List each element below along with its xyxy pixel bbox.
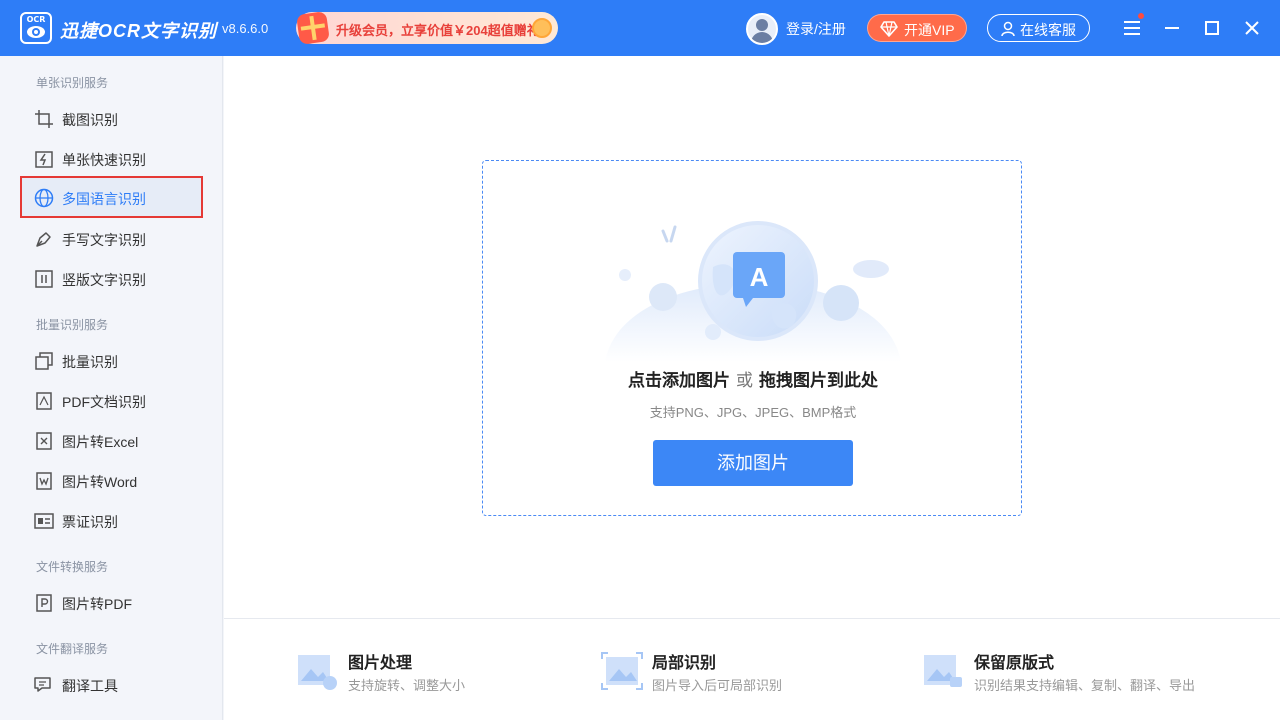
- vip-button[interactable]: 开通VIP: [867, 14, 967, 42]
- app-version: v8.6.6.0: [222, 21, 269, 36]
- p-file-icon: [36, 594, 52, 612]
- keep-layout-icon: [924, 655, 962, 687]
- sidebar-item-screenshot-ocr[interactable]: 截图识别: [20, 97, 203, 139]
- sidebar-item-label: 批量识别: [62, 354, 118, 370]
- excel-icon: [36, 432, 52, 450]
- illustration-letter: A: [750, 262, 769, 292]
- add-image-button[interactable]: 添加图片: [653, 440, 853, 486]
- section-title-batch: 批量识别服务: [36, 318, 109, 332]
- coin-icon: [532, 18, 552, 38]
- section-title-single: 单张识别服务: [36, 76, 109, 90]
- feature-title: 保留原版式: [974, 655, 1055, 672]
- sidebar-item-label: 图片转PDF: [62, 596, 132, 612]
- sidebar-item-label: 翻译工具: [62, 678, 118, 694]
- sidebar-item-label: 截图识别: [62, 112, 118, 128]
- sidebar-item-image-to-excel[interactable]: 图片转Excel: [20, 419, 203, 461]
- service-label: 在线客服: [1020, 22, 1076, 38]
- sidebar-item-batch-ocr[interactable]: 批量识别: [20, 339, 203, 381]
- avatar[interactable]: [746, 13, 778, 45]
- sidebar-item-pdf-ocr[interactable]: PDF文档识别: [20, 379, 203, 421]
- sidebar-item-handwriting-ocr[interactable]: 手写文字识别: [20, 217, 203, 259]
- drop-title-or: 或: [736, 371, 753, 390]
- sidebar-item-multilang-ocr[interactable]: 多国语言识别: [20, 176, 203, 218]
- feature-desc: 支持旋转、调整大小: [348, 678, 466, 693]
- image-lightning-icon: [35, 151, 53, 168]
- minimize-icon: [1165, 27, 1179, 29]
- diamond-icon: [880, 21, 898, 37]
- id-card-icon: [34, 513, 54, 529]
- sidebar-item-label: 图片转Word: [62, 474, 138, 490]
- app-name: 迅捷OCR文字识别: [60, 21, 217, 41]
- menu-button[interactable]: [1118, 13, 1146, 42]
- sidebar-item-vertical-ocr[interactable]: 竖版文字识别: [20, 257, 203, 299]
- sidebar-item-label: 多国语言识别: [62, 191, 146, 207]
- notification-dot: [1138, 13, 1144, 19]
- sidebar-item-ticket-ocr[interactable]: 票证识别: [20, 499, 203, 541]
- feature-desc: 识别结果支持编辑、复制、翻译、导出: [974, 678, 1196, 693]
- login-link[interactable]: 登录/注册: [786, 19, 846, 39]
- app-logo: OCR: [20, 12, 52, 44]
- promo-text: 升级会员，立享价值￥204超值赠礼: [336, 23, 540, 38]
- close-icon: [1245, 21, 1259, 35]
- globe-illustration-icon: A: [605, 221, 901, 362]
- vertical-text-icon: [35, 270, 53, 288]
- sidebar-item-image-to-word[interactable]: 图片转Word: [20, 459, 203, 501]
- sidebar-item-image-to-pdf[interactable]: 图片转PDF: [20, 581, 203, 623]
- online-service-button[interactable]: 在线客服: [987, 14, 1090, 42]
- sidebar-item-label: 图片转Excel: [62, 434, 139, 450]
- sidebar-item-label: 手写文字识别: [62, 232, 146, 248]
- title-bar: OCR 迅捷OCR文字识别 v8.6.6.0 升级会员，立享价值￥204超值赠礼…: [0, 0, 1280, 56]
- supported-formats: 支持PNG、JPG、JPEG、BMP格式: [649, 405, 857, 420]
- feature-strip: 图片处理 支持旋转、调整大小 局部识别 图片导入后可局部识别 保留原版式 识别结…: [224, 618, 1280, 720]
- sidebar-item-label: 竖版文字识别: [62, 272, 146, 288]
- maximize-icon: [1205, 21, 1219, 35]
- close-button[interactable]: [1238, 14, 1266, 42]
- maximize-button[interactable]: [1198, 14, 1226, 42]
- section-title-convert: 文件转换服务: [36, 560, 109, 574]
- feature-title: 图片处理: [348, 655, 413, 672]
- drop-title-drag: 拖拽图片到此处: [759, 371, 878, 390]
- image-drop-zone[interactable]: A 点击添加图片或拖拽图片到此处 支持PNG、JPG、JPEG、BMP格式 添加…: [482, 160, 1022, 516]
- section-title-translate: 文件翻译服务: [36, 642, 109, 656]
- promo-banner[interactable]: 升级会员，立享价值￥204超值赠礼: [296, 11, 558, 45]
- feature-desc: 图片导入后可局部识别: [652, 678, 783, 693]
- sidebar: 单张识别服务 截图识别 单张快速识别 多国语言识别 手写文字识别 竖版文字识别: [0, 56, 223, 720]
- globe-icon: [34, 188, 54, 208]
- crop-icon: [35, 110, 53, 128]
- drop-title-click: 点击添加图片: [628, 371, 730, 390]
- gift-icon: [296, 11, 330, 45]
- pen-icon: [36, 232, 51, 247]
- stack-icon: [35, 352, 53, 370]
- main-panel: A 点击添加图片或拖拽图片到此处 支持PNG、JPG、JPEG、BMP格式 添加…: [224, 56, 1280, 618]
- user-icon: [1001, 21, 1015, 37]
- feature-title: 局部识别: [652, 655, 717, 672]
- minimize-button[interactable]: [1158, 14, 1186, 42]
- logo-text: OCR: [26, 15, 46, 24]
- sidebar-item-label: 票证识别: [62, 514, 118, 530]
- eye-icon: [27, 26, 45, 38]
- sidebar-item-label: PDF文档识别: [62, 394, 146, 410]
- vip-label: 开通VIP: [904, 22, 955, 38]
- sidebar-item-label: 单张快速识别: [62, 152, 146, 168]
- image-process-icon: [298, 655, 337, 690]
- sidebar-item-translate-tool[interactable]: 翻译工具: [20, 663, 203, 705]
- word-icon: [36, 472, 52, 490]
- pdf-icon: [36, 392, 52, 410]
- translate-icon: [34, 677, 51, 692]
- sidebar-item-quick-ocr[interactable]: 单张快速识别: [20, 137, 203, 179]
- drop-title: 点击添加图片或拖拽图片到此处: [483, 366, 1023, 391]
- partial-select-icon: [601, 652, 643, 690]
